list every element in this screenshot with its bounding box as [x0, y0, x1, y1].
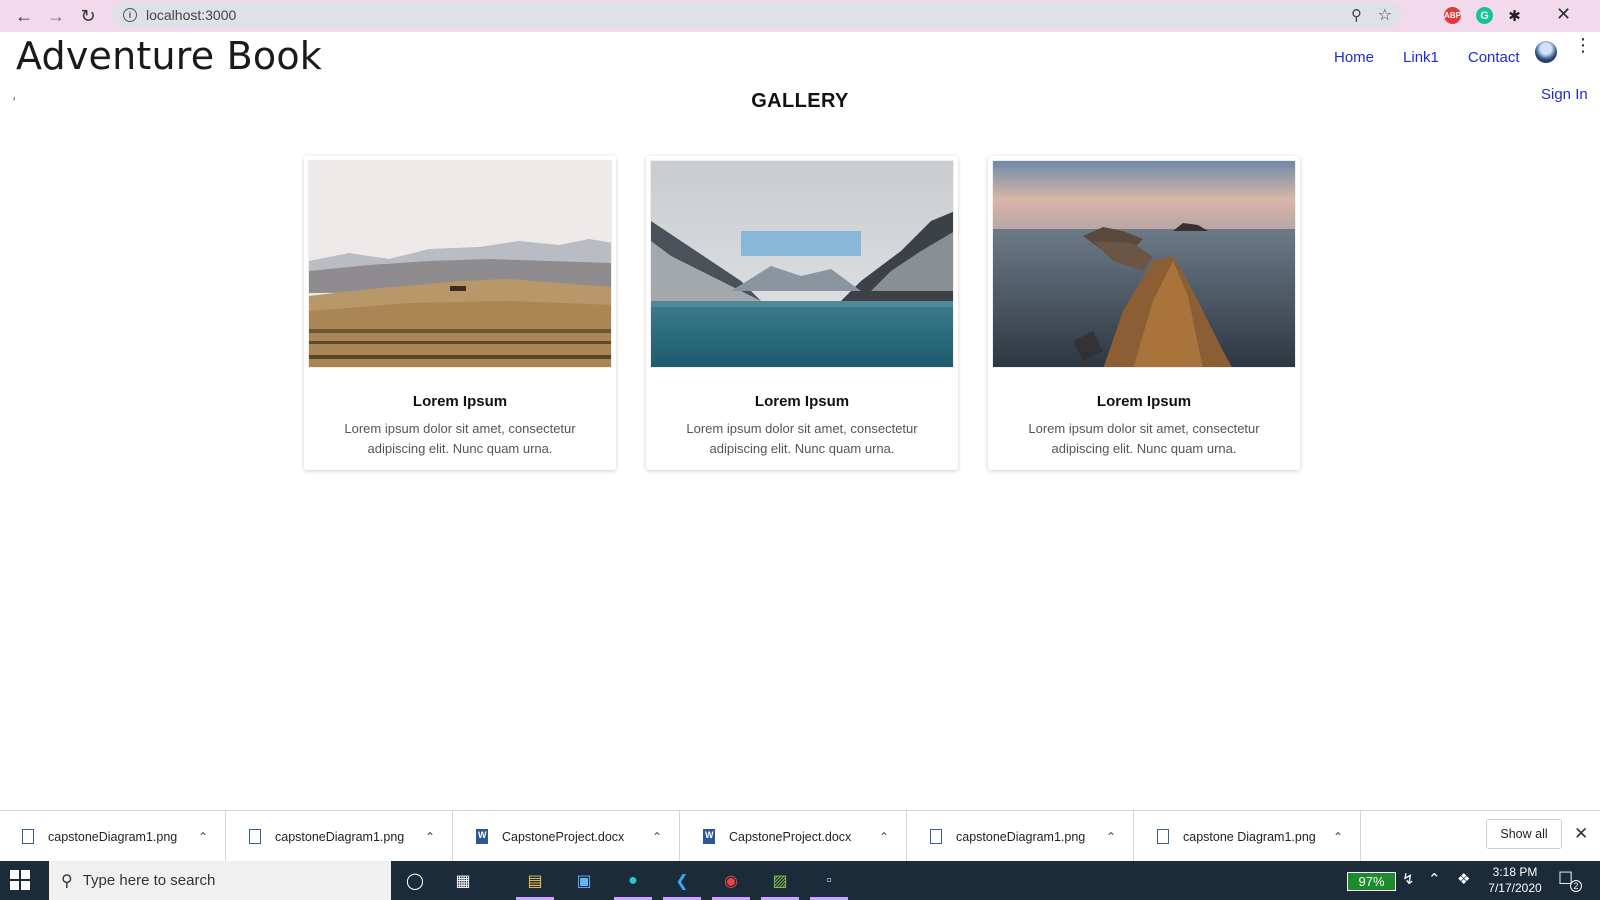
download-filename: CapstoneProject.docx: [502, 829, 625, 844]
image-file-icon: [249, 829, 261, 844]
download-filename: capstoneDiagram1.png: [48, 829, 178, 844]
grammarly-icon[interactable]: G: [1476, 7, 1493, 24]
edge-browser-icon[interactable]: ●: [621, 869, 645, 893]
card-title: Lorem Ipsum: [412, 393, 508, 410]
nav-link-link1[interactable]: Link1: [1403, 49, 1439, 66]
url-text[interactable]: localhost:3000: [146, 7, 236, 23]
word-file-icon: [703, 829, 715, 844]
microsoft-store-icon[interactable]: ▣: [572, 869, 596, 893]
windows-taskbar: ⚲ Type here to search ◯ ▦ ▤ ▣ ● ❮ ◉ ▨ ▫ …: [0, 861, 1600, 900]
notification-count: 2: [1570, 880, 1582, 892]
battery-indicator[interactable]: 97%: [1347, 872, 1396, 891]
show-all-button[interactable]: Show all: [1486, 819, 1562, 849]
card-title: Lorem Ipsum: [754, 393, 850, 410]
dropbox-icon[interactable]: ❖: [1457, 870, 1470, 888]
download-item[interactable]: capstoneDiagram1.png ⌃: [0, 811, 226, 862]
profile-avatar[interactable]: [1535, 41, 1557, 63]
download-item[interactable]: CapstoneProject.docx ⌃: [454, 811, 680, 862]
download-item[interactable]: capstoneDiagram1.png ⌃: [908, 811, 1134, 862]
reload-icon[interactable]: ↻: [73, 2, 103, 30]
taskbar-search-box[interactable]: ⚲ Type here to search: [49, 861, 391, 900]
adblock-icon[interactable]: ABP: [1444, 7, 1461, 24]
close-downloads-icon[interactable]: ✕: [1574, 824, 1588, 844]
app-window-icon[interactable]: ▫: [817, 869, 841, 893]
chevron-up-icon[interactable]: ⌃: [198, 830, 208, 844]
download-filename: CapstoneProject.docx: [729, 829, 852, 844]
download-shelf: capstoneDiagram1.png ⌃ capstoneDiagram1.…: [0, 810, 1600, 862]
card-description: Lorem ipsum dolor sit amet, consectetur …: [686, 421, 918, 456]
chevron-up-icon[interactable]: ⌃: [1428, 870, 1441, 888]
image-file-icon: [22, 829, 34, 844]
download-filename: capstoneDiagram1.png: [956, 829, 1086, 844]
image-file-icon: [930, 829, 942, 844]
chevron-up-icon[interactable]: ⌃: [652, 830, 662, 844]
word-file-icon: [476, 829, 488, 844]
forward-arrow-icon[interactable]: →: [41, 2, 71, 30]
search-icon: ⚲: [61, 872, 73, 890]
bookmark-star-icon[interactable]: ☆: [1378, 5, 1392, 25]
cortana-icon[interactable]: ◯: [403, 869, 427, 893]
gallery-card[interactable]: Lorem Ipsum Lorem ipsum dolor sit amet, …: [646, 156, 958, 470]
meadow-hills-photo: [308, 160, 612, 368]
address-bar[interactable]: i localhost:3000 ⚲ ☆: [112, 2, 1402, 28]
chevron-up-icon[interactable]: ⌃: [425, 830, 435, 844]
chevron-up-icon[interactable]: ⌃: [1333, 830, 1343, 844]
clock-date: 7/17/2020: [1488, 881, 1542, 895]
windows-start-icon[interactable]: [10, 870, 30, 890]
nav-link-home[interactable]: Home: [1334, 49, 1374, 66]
extensions-puzzle-icon[interactable]: ✱: [1506, 7, 1523, 25]
top-navigation: Home Link1 Contact: [1334, 49, 1549, 66]
sea-cliffs-photo: [992, 160, 1296, 368]
mountain-lake-photo: [650, 160, 954, 368]
card-description: Lorem ipsum dolor sit amet, consectetur …: [344, 421, 576, 456]
more-menu-icon[interactable]: ⋮: [1574, 36, 1592, 54]
image-editor-icon[interactable]: ▨: [768, 869, 792, 893]
file-explorer-icon[interactable]: ▤: [523, 869, 547, 893]
back-arrow-icon[interactable]: ←: [9, 2, 39, 30]
site-brand[interactable]: Adventure Book: [16, 34, 322, 78]
search-placeholder[interactable]: Type here to search: [83, 872, 216, 889]
download-item[interactable]: capstone Diagram1.png ⌃: [1135, 811, 1361, 862]
vscode-icon[interactable]: ❮: [670, 869, 694, 893]
card-title: Lorem Ipsum: [1096, 393, 1192, 410]
zoom-icon[interactable]: ⚲: [1351, 6, 1362, 24]
window-close-icon[interactable]: ✕: [1556, 4, 1571, 25]
download-item[interactable]: CapstoneProject.docx ⌃: [681, 811, 907, 862]
page-content: Adventure Book Home Link1 Contact ⋮ Sign…: [0, 32, 1600, 810]
chevron-up-icon[interactable]: ⌃: [879, 830, 889, 844]
download-filename: capstoneDiagram1.png: [275, 829, 405, 844]
nav-link-contact[interactable]: Contact: [1468, 49, 1520, 66]
download-filename: capstone Diagram1.png: [1183, 829, 1316, 844]
clock-time: 3:18 PM: [1492, 865, 1538, 879]
site-info-icon[interactable]: i: [123, 8, 137, 22]
download-item[interactable]: capstoneDiagram1.png ⌃: [227, 811, 453, 862]
power-plug-icon[interactable]: ↯: [1402, 870, 1415, 888]
gallery-card[interactable]: Lorem Ipsum Lorem ipsum dolor sit amet, …: [304, 156, 616, 470]
browser-toolbar: ← → ↻ i localhost:3000 ⚲ ☆ ABP G ✱ ✕: [0, 0, 1600, 32]
gallery-card[interactable]: Lorem Ipsum Lorem ipsum dolor sit amet, …: [988, 156, 1300, 470]
system-clock[interactable]: 3:18 PM 7/17/2020: [1480, 864, 1550, 896]
gallery-heading: GALLERY: [751, 90, 849, 112]
chrome-icon[interactable]: ◉: [719, 869, 743, 893]
task-view-icon[interactable]: ▦: [451, 869, 475, 893]
image-file-icon: [1157, 829, 1169, 844]
card-description: Lorem ipsum dolor sit amet, consectetur …: [1028, 421, 1260, 456]
chevron-up-icon[interactable]: ⌃: [1106, 830, 1116, 844]
